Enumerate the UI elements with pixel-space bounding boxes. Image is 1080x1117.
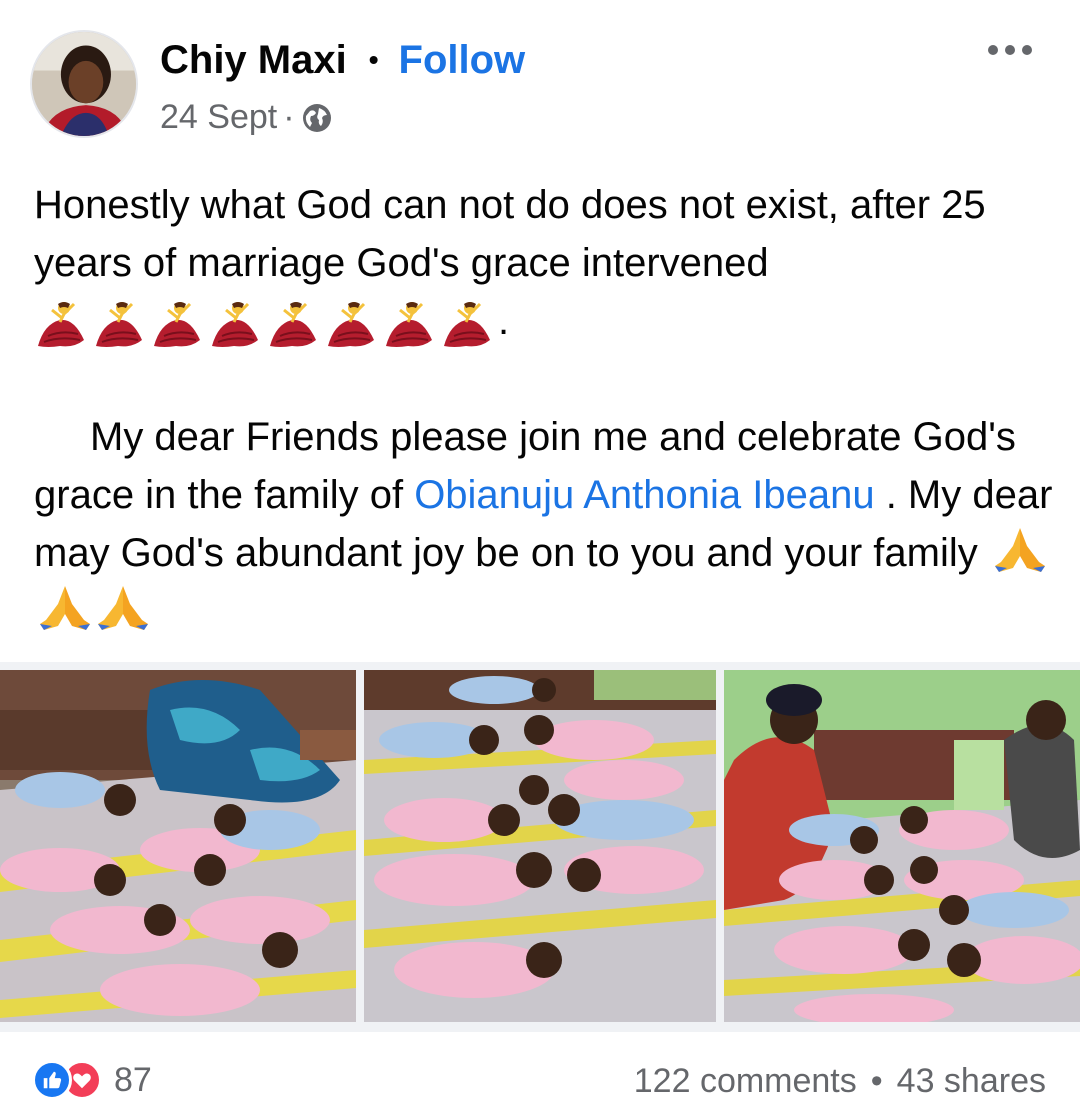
post-date[interactable]: 24 Sept — [160, 98, 277, 137]
comments-count[interactable]: 122 comments — [634, 1062, 857, 1101]
shares-count[interactable]: 43 shares — [897, 1062, 1046, 1101]
woman-dancing-emoji — [154, 302, 200, 347]
mention-link[interactable]: Obianuju Anthonia Ibeanu — [414, 473, 874, 517]
post-body: Honestly what God can not do does not ex… — [34, 176, 1054, 640]
post-header: Chiy Maxi • Follow 24 Sept · — [0, 0, 1080, 160]
post-paragraph-2: My dear Friends please join me and celeb… — [34, 408, 1054, 640]
stats-separator: • — [870, 1062, 883, 1100]
more-options-icon[interactable] — [988, 40, 1032, 60]
more-dot — [988, 45, 998, 55]
woman-dancing-emoji — [328, 302, 374, 347]
author-row: Chiy Maxi • Follow — [160, 34, 525, 86]
woman-dancing-emoji — [270, 302, 316, 347]
photo-grid — [0, 662, 1080, 1032]
woman-dancing-emoji — [96, 302, 142, 347]
dancer-emoji-row: . — [34, 292, 1054, 350]
woman-dancing-emoji — [38, 302, 84, 347]
reactions-summary[interactable]: 87 — [32, 1060, 152, 1100]
paragraph-1-text: Honestly what God can not do does not ex… — [34, 183, 986, 285]
avatar[interactable] — [30, 30, 138, 138]
post-footer: 87 122 comments • 43 shares — [0, 1036, 1080, 1117]
meta-separator: · — [283, 98, 295, 136]
folded-hands-emoji — [994, 528, 1045, 572]
emoji-trailing-period: . — [498, 299, 510, 343]
folded-hands-emoji — [40, 586, 90, 630]
globe-icon[interactable] — [301, 102, 333, 134]
photo-2-image — [364, 670, 716, 1022]
post-paragraph-1: Honestly what God can not do does not ex… — [34, 176, 1054, 292]
more-dot — [1005, 45, 1015, 55]
name-separator: • — [368, 44, 379, 75]
photo-3-image — [724, 670, 1080, 1022]
photo-babies-two-women[interactable] — [724, 670, 1080, 1022]
folded-hands-emoji — [98, 586, 148, 630]
photo-1-image — [0, 670, 356, 1022]
woman-dancing-emoji — [444, 302, 490, 347]
author-name[interactable]: Chiy Maxi — [160, 38, 347, 83]
reaction-count: 87 — [114, 1060, 152, 1099]
photo-babies-on-bed[interactable] — [364, 670, 716, 1022]
avatar-image — [32, 32, 136, 136]
woman-dancing-emoji — [386, 302, 432, 347]
woman-dancing-emoji — [212, 302, 258, 347]
more-dot — [1022, 45, 1032, 55]
post-meta: 24 Sept · — [160, 98, 333, 137]
like-icon — [32, 1060, 72, 1100]
photo-babies-woman-lying[interactable] — [0, 670, 356, 1022]
engagement-stats: 122 comments • 43 shares — [634, 1062, 1046, 1101]
follow-button[interactable]: Follow — [399, 38, 526, 83]
